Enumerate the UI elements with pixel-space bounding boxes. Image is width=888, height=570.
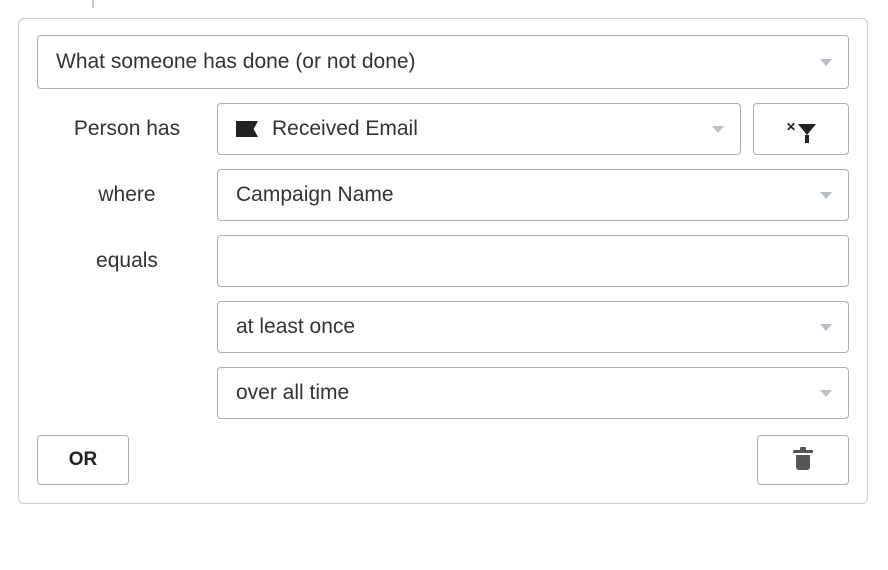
person-has-value: Received Email xyxy=(272,117,418,141)
chevron-down-icon xyxy=(820,192,832,199)
or-label: OR xyxy=(69,449,98,471)
condition-type-value: What someone has done (or not done) xyxy=(56,50,416,74)
where-select[interactable]: Campaign Name xyxy=(217,169,849,221)
flag-icon xyxy=(236,121,258,137)
timerange-select[interactable]: over all time xyxy=(217,367,849,419)
connector-line xyxy=(92,0,94,8)
where-value: Campaign Name xyxy=(236,183,394,207)
condition-type-select[interactable]: What someone has done (or not done) xyxy=(37,35,849,89)
clear-filter-button[interactable]: ✕ xyxy=(753,103,849,155)
timerange-value: over all time xyxy=(236,381,349,405)
label-equals: equals xyxy=(37,249,217,273)
chevron-down-icon xyxy=(820,324,832,331)
label-person-has: Person has xyxy=(37,117,217,141)
label-where: where xyxy=(37,183,217,207)
frequency-select[interactable]: at least once xyxy=(217,301,849,353)
chevron-down-icon xyxy=(712,126,724,133)
chevron-down-icon xyxy=(820,59,832,66)
x-icon: ✕ xyxy=(786,121,796,133)
trash-icon xyxy=(795,450,811,470)
filter-panel: What someone has done (or not done) Pers… xyxy=(18,18,868,504)
chevron-down-icon xyxy=(820,390,832,397)
funnel-icon xyxy=(798,124,816,135)
equals-input[interactable] xyxy=(217,235,849,287)
delete-button[interactable] xyxy=(757,435,849,485)
or-button[interactable]: OR xyxy=(37,435,129,485)
person-has-select[interactable]: Received Email xyxy=(217,103,741,155)
frequency-value: at least once xyxy=(236,315,355,339)
